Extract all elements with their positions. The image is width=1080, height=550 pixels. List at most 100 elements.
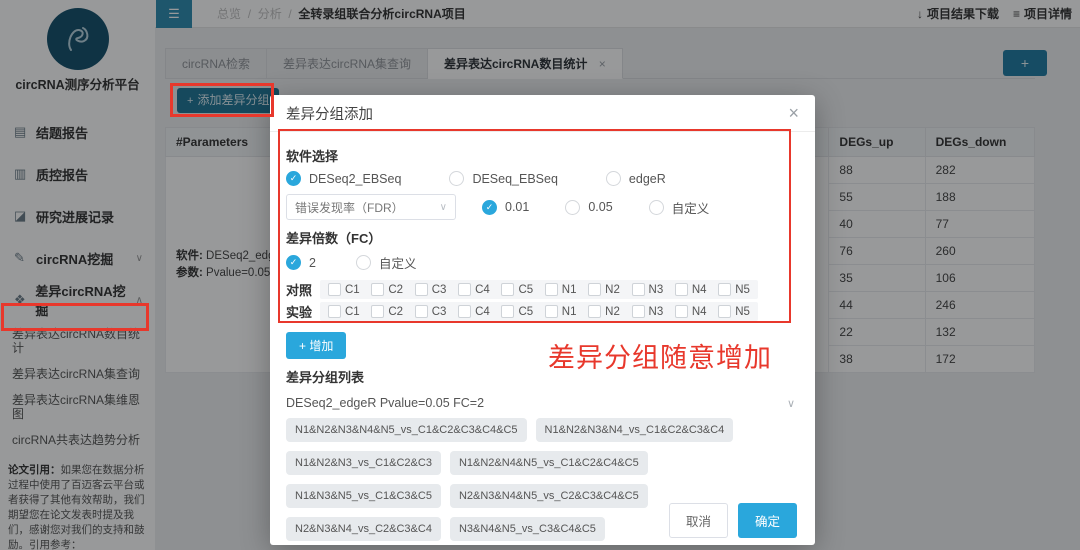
check-icon: ✓: [290, 173, 298, 184]
experiment-sample-row: 实验 C1 C2 C3 C4 C5 N1 N2 N3 N4 N5: [286, 302, 799, 321]
check-icon: ✓: [486, 202, 494, 213]
add-group-modal: 差异分组添加 × 软件选择 ✓ DESeq2_EBSeq DESeq_EBSeq…: [270, 95, 815, 545]
sample-label: C2: [388, 306, 403, 318]
sample-checkbox[interactable]: [415, 283, 428, 296]
app-screen: circRNA测序分析平台 ▤ 结题报告 ▥ 质控报告 ◪ 研究进展记录 ✎ c…: [0, 0, 1080, 550]
sample-label: N4: [692, 306, 707, 318]
sample-option: C1: [328, 283, 360, 296]
modal-footer: 取消 确定: [270, 496, 815, 545]
sample-checkbox[interactable]: [328, 305, 341, 318]
sample-label: C3: [432, 284, 447, 296]
fdr-select[interactable]: 错误发现率（FDR） ∨: [286, 194, 456, 220]
modal-title: 差异分组添加: [286, 103, 373, 124]
sample-label: N1: [562, 284, 577, 296]
sample-label: C5: [518, 284, 533, 296]
sample-option: C1: [328, 305, 360, 318]
chevron-down-icon[interactable]: ∨: [787, 397, 795, 410]
software-section-label: 软件选择: [286, 146, 799, 165]
radio-deseq2-ebseq-checked[interactable]: ✓: [286, 171, 301, 186]
sample-option: N5: [718, 283, 750, 296]
sample-checkbox[interactable]: [632, 305, 645, 318]
chevron-down-icon: ∨: [440, 202, 447, 213]
fc-section-label: 差异倍数（FC）: [286, 228, 799, 247]
increase-label: 增加: [309, 339, 333, 353]
sample-label: C1: [345, 284, 360, 296]
sample-checkbox[interactable]: [328, 283, 341, 296]
radio-edger[interactable]: [606, 171, 621, 186]
radio-label[interactable]: DESeq2_EBSeq: [309, 172, 401, 186]
radio-fc-custom[interactable]: [356, 255, 371, 270]
radio-label[interactable]: 0.01: [505, 200, 529, 214]
sample-option: C3: [415, 283, 447, 296]
radio-label[interactable]: 0.05: [588, 200, 612, 214]
control-sample-row: 对照 C1 C2 C3 C4 C5 N1 N2 N3 N4 N5: [286, 280, 799, 299]
sample-label: C3: [432, 306, 447, 318]
sample-label: C5: [518, 306, 533, 318]
sample-checkbox[interactable]: [545, 283, 558, 296]
sample-option: C3: [415, 305, 447, 318]
increase-button[interactable]: + 增加: [286, 332, 346, 359]
sample-option: C4: [458, 305, 490, 318]
radio-label[interactable]: 自定义: [672, 198, 710, 217]
sample-checkbox[interactable]: [415, 305, 428, 318]
experiment-label: 实验: [286, 302, 320, 321]
sample-option: N1: [545, 283, 577, 296]
sample-checkbox[interactable]: [588, 283, 601, 296]
sample-option: N2: [588, 283, 620, 296]
sample-label: C4: [475, 306, 490, 318]
sample-label: N3: [649, 306, 664, 318]
plus-icon: +: [299, 339, 306, 353]
software-options-row: ✓ DESeq2_EBSeq DESeq_EBSeq edgeR: [286, 171, 799, 186]
radio-label[interactable]: DESeq_EBSeq: [472, 172, 557, 186]
sample-checkbox[interactable]: [545, 305, 558, 318]
sample-checkbox[interactable]: [588, 305, 601, 318]
sample-option: N1: [545, 305, 577, 318]
sample-label: N5: [735, 284, 750, 296]
radio-fdr-001-checked[interactable]: ✓: [482, 200, 497, 215]
sample-option: C2: [371, 283, 403, 296]
sample-checkbox[interactable]: [458, 283, 471, 296]
check-icon: ✓: [290, 257, 298, 268]
sample-label: C4: [475, 284, 490, 296]
group-chip[interactable]: N1&N2&N3&N4_vs_C1&C2&C3&C4: [536, 418, 734, 442]
fdr-select-value: 错误发现率（FDR）: [295, 199, 404, 216]
sample-checkbox[interactable]: [675, 305, 688, 318]
sample-label: C2: [388, 284, 403, 296]
radio-fdr-005[interactable]: [565, 200, 580, 215]
experiment-sample-strip: C1 C2 C3 C4 C5 N1 N2 N3 N4 N5: [320, 302, 758, 321]
sample-option: N3: [632, 283, 664, 296]
control-sample-strip: C1 C2 C3 C4 C5 N1 N2 N3 N4 N5: [320, 280, 758, 299]
radio-fdr-custom[interactable]: [649, 200, 664, 215]
confirm-button[interactable]: 确定: [738, 503, 797, 538]
sample-option: C5: [501, 305, 533, 318]
fc-options-row: ✓ 2 自定义: [286, 253, 799, 272]
sample-label: N3: [649, 284, 664, 296]
group-list-section-label: 差异分组列表: [286, 367, 799, 386]
sample-checkbox[interactable]: [632, 283, 645, 296]
cancel-button[interactable]: 取消: [669, 503, 728, 538]
sample-option: N2: [588, 305, 620, 318]
sample-label: C1: [345, 306, 360, 318]
group-chip[interactable]: N1&N2&N4&N5_vs_C1&C2&C4&C5: [450, 451, 648, 475]
sample-checkbox[interactable]: [501, 283, 514, 296]
group-chip[interactable]: N1&N2&N3&N4&N5_vs_C1&C2&C3&C4&C5: [286, 418, 527, 442]
radio-label[interactable]: edgeR: [629, 172, 666, 186]
sample-checkbox[interactable]: [718, 283, 731, 296]
modal-close-icon[interactable]: ×: [788, 104, 799, 122]
sample-checkbox[interactable]: [501, 305, 514, 318]
radio-label[interactable]: 2: [309, 256, 316, 270]
sample-checkbox[interactable]: [718, 305, 731, 318]
sample-option: C2: [371, 305, 403, 318]
sample-label: N5: [735, 306, 750, 318]
sample-checkbox[interactable]: [371, 283, 384, 296]
radio-label[interactable]: 自定义: [379, 253, 417, 272]
sample-option: N4: [675, 283, 707, 296]
modal-header: 差异分组添加 ×: [270, 95, 815, 132]
sample-checkbox[interactable]: [371, 305, 384, 318]
sample-checkbox[interactable]: [458, 305, 471, 318]
sample-option: N4: [675, 305, 707, 318]
radio-fc-2-checked[interactable]: ✓: [286, 255, 301, 270]
sample-checkbox[interactable]: [675, 283, 688, 296]
group-chip[interactable]: N1&N2&N3_vs_C1&C2&C3: [286, 451, 441, 475]
radio-deseq-ebseq[interactable]: [449, 171, 464, 186]
